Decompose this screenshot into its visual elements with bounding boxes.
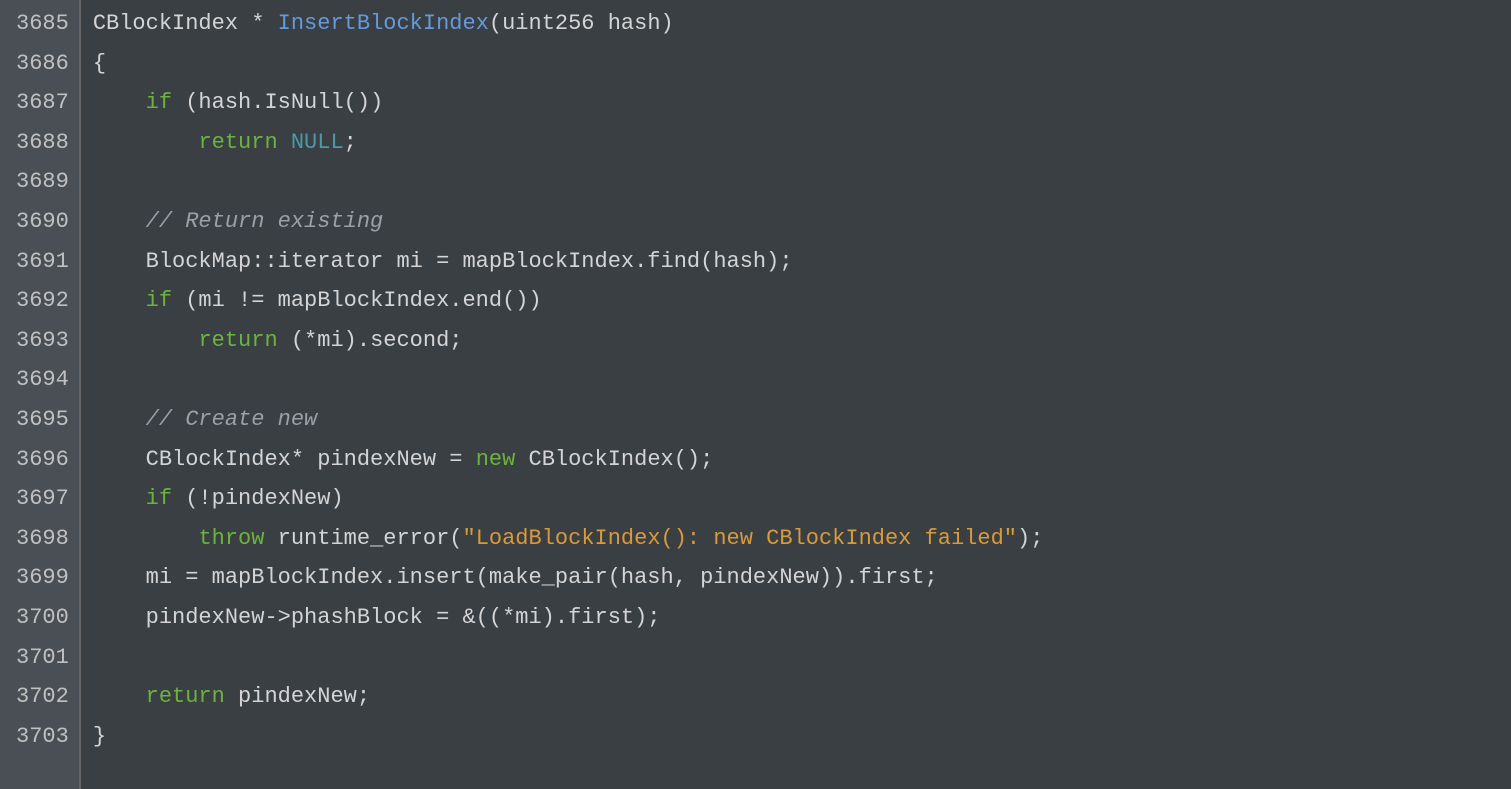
line-number: 3694 — [16, 360, 69, 400]
code-token: pindexNew; — [225, 684, 370, 709]
code-token: mi = mapBlockIndex.insert(make_pair(hash… — [93, 565, 938, 590]
code-token: NULL — [291, 130, 344, 155]
line-number: 3690 — [16, 202, 69, 242]
line-number: 3701 — [16, 638, 69, 678]
code-line[interactable]: // Create new — [93, 400, 1511, 440]
code-token: { — [93, 51, 106, 76]
code-line[interactable]: if (hash.IsNull()) — [93, 83, 1511, 123]
code-line[interactable]: if (mi != mapBlockIndex.end()) — [93, 281, 1511, 321]
code-token: "LoadBlockIndex(): new CBlockIndex faile… — [463, 526, 1018, 551]
code-token: (!pindexNew) — [172, 486, 344, 511]
line-number: 3702 — [16, 677, 69, 717]
code-token: new — [476, 447, 516, 472]
code-token: return — [198, 130, 277, 155]
code-token — [93, 486, 146, 511]
code-token — [93, 130, 199, 155]
code-line[interactable]: CBlockIndex* pindexNew = new CBlockIndex… — [93, 440, 1511, 480]
code-token — [93, 209, 146, 234]
code-token — [278, 130, 291, 155]
code-token: (mi != mapBlockIndex.end()) — [172, 288, 542, 313]
code-token: runtime_error( — [264, 526, 462, 551]
line-number: 3695 — [16, 400, 69, 440]
code-line[interactable]: } — [93, 717, 1511, 757]
code-token: pindexNew->phashBlock = &((*mi).first); — [93, 605, 661, 630]
code-line[interactable]: // Return existing — [93, 202, 1511, 242]
code-token — [93, 684, 146, 709]
line-number: 3696 — [16, 440, 69, 480]
code-line[interactable]: pindexNew->phashBlock = &((*mi).first); — [93, 598, 1511, 638]
code-token: (hash.IsNull()) — [172, 90, 383, 115]
line-number: 3703 — [16, 717, 69, 757]
code-token — [93, 328, 199, 353]
code-token: return — [146, 684, 225, 709]
code-line[interactable] — [93, 360, 1511, 400]
line-number: 3691 — [16, 242, 69, 282]
line-number: 3687 — [16, 83, 69, 123]
code-token — [93, 288, 146, 313]
line-number-gutter: 3685368636873688368936903691369236933694… — [0, 0, 81, 789]
code-line[interactable]: if (!pindexNew) — [93, 479, 1511, 519]
code-area[interactable]: CBlockIndex * InsertBlockIndex(uint256 h… — [81, 0, 1511, 789]
code-line[interactable]: throw runtime_error("LoadBlockIndex(): n… — [93, 519, 1511, 559]
line-number: 3689 — [16, 162, 69, 202]
code-token: if — [146, 288, 172, 313]
code-editor: 3685368636873688368936903691369236933694… — [0, 0, 1511, 789]
code-line[interactable]: CBlockIndex * InsertBlockIndex(uint256 h… — [93, 4, 1511, 44]
code-token: (uint256 hash) — [489, 11, 674, 36]
code-token — [93, 90, 146, 115]
line-number: 3686 — [16, 44, 69, 84]
code-token: CBlockIndex* pindexNew = — [93, 447, 476, 472]
code-token: // Return existing — [146, 209, 384, 234]
code-token: if — [146, 486, 172, 511]
code-line[interactable]: return pindexNew; — [93, 677, 1511, 717]
line-number: 3685 — [16, 4, 69, 44]
line-number: 3700 — [16, 598, 69, 638]
code-token — [93, 407, 146, 432]
line-number: 3698 — [16, 519, 69, 559]
code-line[interactable]: mi = mapBlockIndex.insert(make_pair(hash… — [93, 558, 1511, 598]
code-token: // Create new — [146, 407, 318, 432]
code-line[interactable]: return (*mi).second; — [93, 321, 1511, 361]
line-number: 3692 — [16, 281, 69, 321]
line-number: 3688 — [16, 123, 69, 163]
code-token: CBlockIndex(); — [515, 447, 713, 472]
code-token: ); — [1017, 526, 1043, 551]
code-token: throw — [198, 526, 264, 551]
code-line[interactable]: { — [93, 44, 1511, 84]
code-token: return — [198, 328, 277, 353]
line-number: 3697 — [16, 479, 69, 519]
code-token: InsertBlockIndex — [278, 11, 489, 36]
code-line[interactable] — [93, 638, 1511, 678]
code-line[interactable]: BlockMap::iterator mi = mapBlockIndex.fi… — [93, 242, 1511, 282]
code-token — [93, 526, 199, 551]
code-token: (*mi).second; — [278, 328, 463, 353]
code-line[interactable]: return NULL; — [93, 123, 1511, 163]
code-token: ; — [344, 130, 357, 155]
line-number: 3699 — [16, 558, 69, 598]
line-number: 3693 — [16, 321, 69, 361]
code-line[interactable] — [93, 162, 1511, 202]
code-token: BlockMap::iterator mi = mapBlockIndex.fi… — [93, 249, 793, 274]
code-token: CBlockIndex * — [93, 11, 278, 36]
code-token: } — [93, 724, 106, 749]
code-token: if — [146, 90, 172, 115]
